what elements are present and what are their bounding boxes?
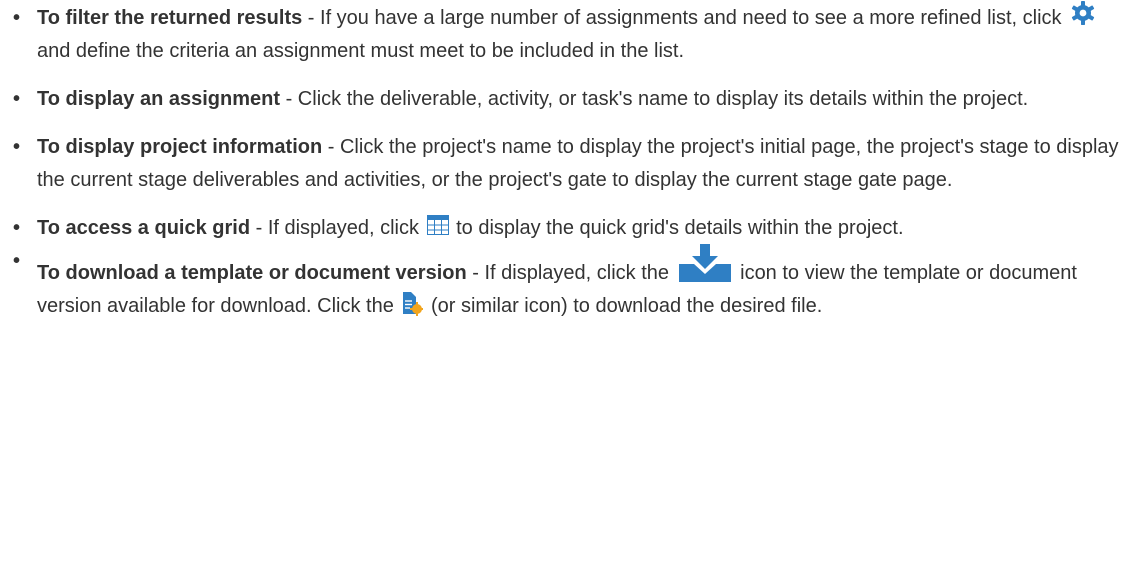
bullet: • [13,88,21,110]
item-text: - If displayed, click the [466,262,675,284]
list-item-display-assignment: • To display an assignment - Click the d… [0,83,1142,116]
bullet: • [13,7,21,29]
download-icon [678,243,731,282]
item-title: To filter the returned results [37,7,303,29]
list-item-download-template: • To download a template or document ver… [0,243,1142,323]
item-title: To download a template or document versi… [37,262,467,284]
list-item-display-project-info: • To display project information - Click… [0,131,1142,197]
list-item-filter-results: • To filter the returned results - If yo… [0,0,1142,68]
bullet: • [13,136,21,158]
item-text: - If you have a large number of assignme… [302,7,1068,29]
item-title: To access a quick grid [37,217,251,239]
grid-icon [426,214,449,235]
bullet: • [13,250,21,272]
item-text-end: (or similar icon) to download the desire… [425,295,823,317]
item-text-continued: to display the quick grid's details with… [450,217,904,239]
document-star-icon [403,291,424,316]
item-text-continued: and define the criteria an assignment mu… [37,40,685,62]
item-text: - Click the deliverable, activity, or ta… [280,88,1029,110]
item-text: - If displayed, click [250,217,425,239]
item-title: To display project information [37,136,323,158]
instruction-list: • To filter the returned results - If yo… [0,0,1142,323]
list-item-quick-grid: • To access a quick grid - If displayed,… [0,212,1142,245]
gear-icon [1071,0,1095,25]
item-title: To display an assignment [37,88,281,110]
bullet: • [13,217,21,239]
